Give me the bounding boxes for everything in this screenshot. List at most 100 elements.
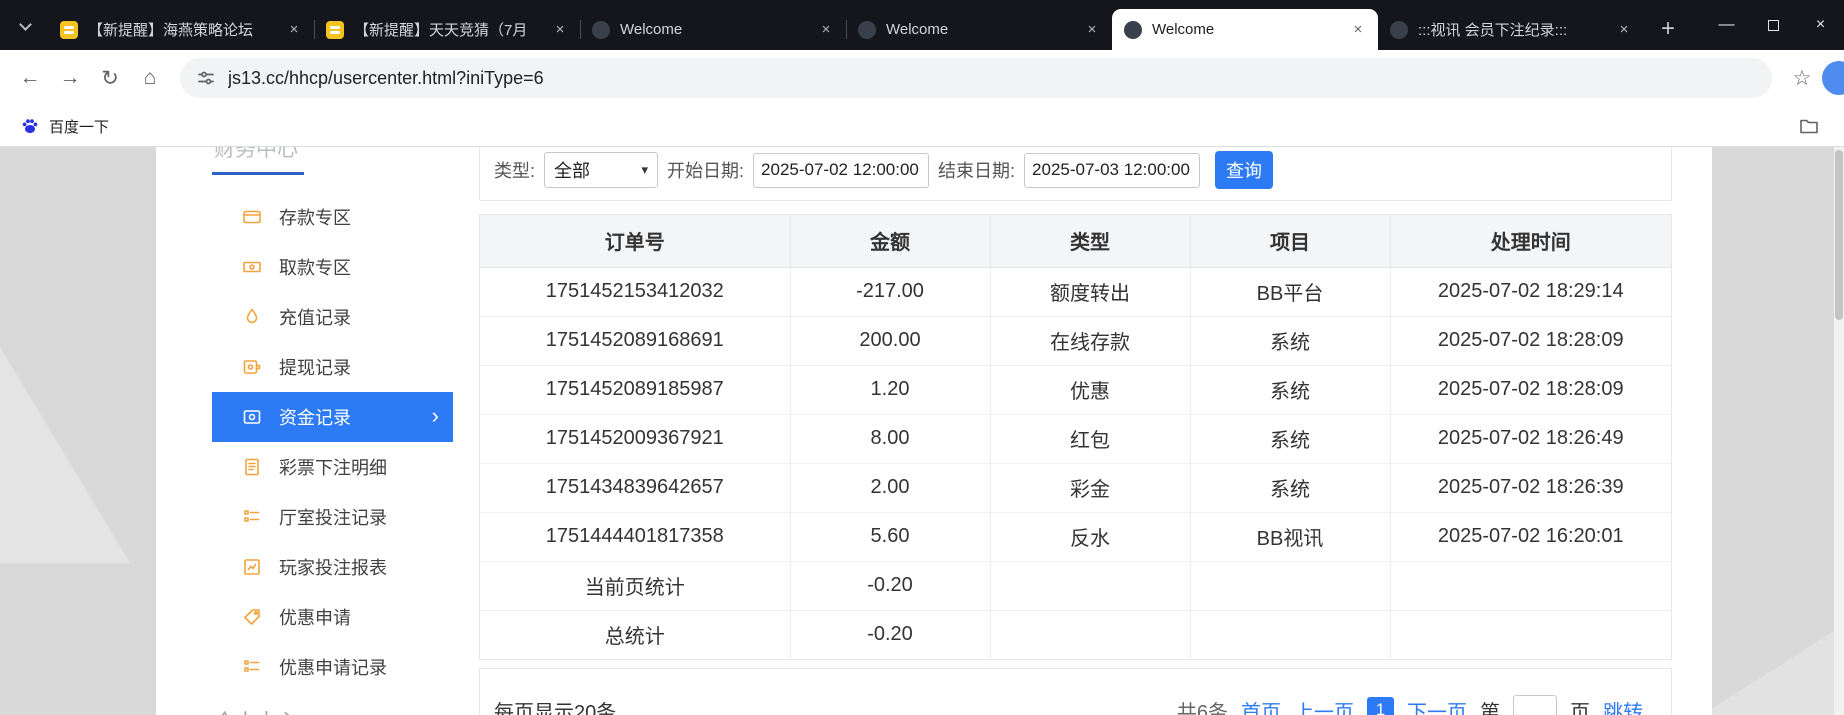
sidebar-item-deposit-zone[interactable]: 存款专区: [212, 192, 453, 242]
cell-order-no: 1751434839642657: [480, 463, 790, 512]
sidebar-section-finance[interactable]: 财务中心: [212, 147, 304, 175]
table-row: 1751452089185987 1.20 优惠 系统 2025-07-02 1…: [480, 365, 1671, 414]
cell-project: BB视讯: [1190, 512, 1390, 561]
background-triangle-decoration: [0, 347, 130, 563]
cell-amount: 2.00: [790, 463, 990, 512]
end-date-input[interactable]: [1024, 153, 1200, 188]
tab-search-chevron-icon[interactable]: [12, 13, 38, 39]
search-button[interactable]: 查询: [1215, 151, 1273, 189]
cell-amount: 200.00: [790, 316, 990, 365]
coin-drop-icon: [242, 307, 262, 327]
browser-tab-1[interactable]: 【新提醒】海燕策略论坛 ×: [48, 9, 314, 50]
minimize-button[interactable]: —: [1703, 0, 1750, 50]
sidebar-section-personal[interactable]: 个人中心: [212, 706, 453, 715]
sidebar-item-recharge-records[interactable]: 充值记录: [212, 292, 453, 342]
tag-icon: [242, 607, 262, 627]
tab-close-icon[interactable]: ×: [1348, 20, 1368, 40]
table-row: 1751452009367921 8.00 红包 系统 2025-07-02 1…: [480, 414, 1671, 463]
maximize-button[interactable]: [1750, 0, 1797, 50]
sidebar-item-promo-apply-records[interactable]: 优惠申请记录: [212, 642, 453, 692]
background-triangle-decoration: [1702, 595, 1834, 715]
bookmark-star-icon[interactable]: ☆: [1782, 58, 1822, 98]
profile-avatar[interactable]: [1822, 61, 1844, 95]
chevron-down-icon: [19, 18, 32, 31]
sidebar-item-label: 提现记录: [279, 354, 351, 380]
jump-button[interactable]: 跳转: [1603, 696, 1643, 715]
page-jump-input[interactable]: [1513, 695, 1557, 715]
sidebar-item-player-bet-report[interactable]: 玩家投注报表: [212, 542, 453, 592]
next-page-link[interactable]: 下一页: [1407, 696, 1467, 715]
tab-close-icon[interactable]: ×: [284, 20, 304, 40]
total-count: 共6条: [1177, 696, 1228, 715]
sidebar-item-label: 厅室投注记录: [279, 504, 387, 530]
cell-time: 2025-07-02 16:20:01: [1390, 512, 1671, 561]
reload-button[interactable]: ↻: [90, 58, 130, 98]
home-button[interactable]: ⌂: [130, 58, 170, 98]
table-row: 1751444401817358 5.60 反水 BB视讯 2025-07-02…: [480, 512, 1671, 561]
tab-close-icon[interactable]: ×: [550, 20, 570, 40]
cell-time: 2025-07-02 18:28:09: [1390, 365, 1671, 414]
sidebar-item-hall-bet-records[interactable]: 厅室投注记录: [212, 492, 453, 542]
sidebar-item-promo-apply[interactable]: 优惠申请: [212, 592, 453, 642]
browser-tab-6[interactable]: :::视讯 会员下注纪录::: ×: [1378, 9, 1644, 50]
cell-type: 优惠: [990, 365, 1190, 414]
tab-favicon: [1390, 21, 1408, 39]
ticket-icon: [242, 457, 262, 477]
back-button[interactable]: ←: [10, 58, 50, 98]
sidebar-item-lottery-bet-details[interactable]: 彩票下注明细: [212, 442, 453, 492]
tab-title: Welcome: [620, 21, 810, 38]
browser-tab-4[interactable]: Welcome ×: [846, 9, 1112, 50]
banknote-icon: [242, 257, 262, 277]
new-tab-button[interactable]: +: [1652, 13, 1684, 45]
browser-window: 【新提醒】海燕策略论坛 × 【新提醒】天天竞猜（7月 × Welcome × W…: [0, 0, 1844, 715]
cell-summary-label: 当前页统计: [480, 561, 790, 610]
bookmark-item-baidu[interactable]: 百度一下: [12, 112, 117, 141]
current-page-badge[interactable]: 1: [1367, 697, 1394, 715]
browser-tab-3[interactable]: Welcome ×: [580, 9, 846, 50]
cell-time: 2025-07-02 18:26:49: [1390, 414, 1671, 463]
tab-title: 【新提醒】海燕策略论坛: [88, 19, 278, 40]
cell-time: 2025-07-02 18:26:39: [1390, 463, 1671, 512]
sidebar-item-withdraw-zone[interactable]: 取款专区: [212, 242, 453, 292]
pagination-panel: 每页显示20条 共6条 首页 上一页 1 下一页 第 页 跳转: [479, 668, 1672, 715]
first-page-link[interactable]: 首页: [1241, 696, 1281, 715]
start-date-input[interactable]: [753, 153, 929, 188]
type-label: 类型:: [494, 157, 535, 183]
table-row: 1751452153412032 -217.00 额度转出 BB平台 2025-…: [480, 267, 1671, 316]
forward-button[interactable]: →: [50, 58, 90, 98]
cell-amount: -0.20: [790, 561, 990, 610]
page-scrollbar[interactable]: [1834, 147, 1844, 715]
tab-favicon: [60, 21, 78, 39]
records-table: 订单号 金额 类型 项目 处理时间 1751452153412032 -217.…: [479, 214, 1672, 660]
browser-tab-5-active[interactable]: Welcome ×: [1112, 9, 1378, 50]
tab-favicon: [592, 21, 610, 39]
cell-project: 系统: [1190, 463, 1390, 512]
site-info-icon[interactable]: [196, 68, 216, 88]
browser-tab-2[interactable]: 【新提醒】天天竞猜（7月 ×: [314, 9, 580, 50]
url-bar[interactable]: js13.cc/hhcp/usercenter.html?iniType=6: [180, 58, 1772, 98]
close-window-button[interactable]: ×: [1797, 0, 1844, 50]
sidebar-item-fund-records[interactable]: 资金记录 ›: [212, 392, 453, 442]
browser-toolbar: ← → ↻ ⌂ js13.cc/hhcp/usercenter.html?ini…: [0, 50, 1844, 106]
cell-time: 2025-07-02 18:28:09: [1390, 316, 1671, 365]
tab-close-icon[interactable]: ×: [816, 20, 836, 40]
type-select[interactable]: 全部 ▾: [544, 152, 658, 188]
table-summary-row-page: 当前页统计 -0.20: [480, 561, 1671, 610]
sidebar-item-label: 优惠申请: [279, 604, 351, 630]
page-content: 财务中心 存款专区 取款专区 充值记录: [0, 147, 1844, 715]
select-caret-icon: ▾: [641, 162, 648, 178]
bookmarks-bar: 百度一下: [0, 106, 1844, 147]
scrollbar-thumb[interactable]: [1835, 150, 1843, 320]
section-title: 财务中心: [214, 147, 298, 161]
baidu-favicon: [20, 116, 40, 136]
sidebar-item-withdrawal-records[interactable]: 提现记录: [212, 342, 453, 392]
prev-page-link[interactable]: 上一页: [1294, 696, 1354, 715]
cell-type: 红包: [990, 414, 1190, 463]
tab-close-icon[interactable]: ×: [1614, 20, 1634, 40]
cash-out-icon: [242, 357, 262, 377]
sidebar-item-label: 资金记录: [279, 404, 351, 430]
tab-close-icon[interactable]: ×: [1082, 20, 1102, 40]
bookmarks-folder-icon[interactable]: [1798, 115, 1820, 137]
pagination-controls: 共6条 首页 上一页 1 下一页 第 页 跳转: [1177, 695, 1643, 715]
cell-order-no: 1751452009367921: [480, 414, 790, 463]
